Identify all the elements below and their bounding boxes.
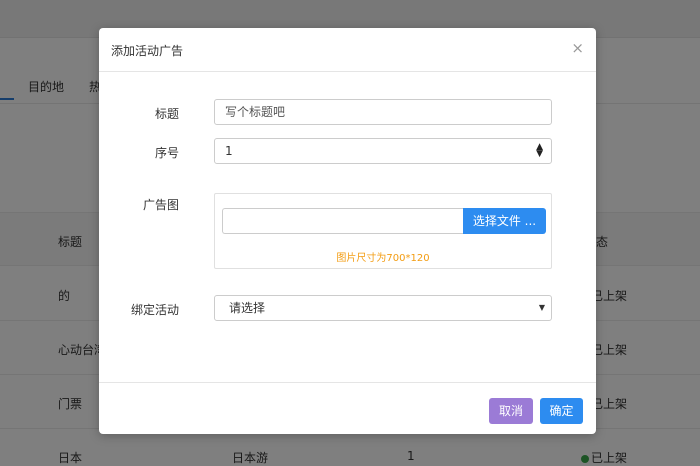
dialog-title: 添加活动广告 [111, 44, 184, 58]
confirm-button[interactable]: 确定 [540, 398, 583, 424]
activity-label: 绑定活动 [130, 303, 179, 317]
activity-selected-value: 请选择 [229, 301, 266, 315]
add-activity-ad-dialog: 添加活动广告 × 标题 序号 1 ▲▼ 广告图 选择文件 ... 图片尺寸为70… [99, 28, 596, 434]
cancel-button[interactable]: 取消 [489, 398, 533, 424]
order-number-input[interactable]: 1 ▲ ▼ [214, 138, 552, 164]
image-size-hint: 图片尺寸为700*120 [336, 253, 430, 264]
order-value: 1 [225, 144, 233, 158]
title-input[interactable] [214, 99, 552, 125]
activity-select[interactable]: 请选择 ▼ [214, 295, 552, 321]
image-label: 广告图 [142, 198, 179, 212]
dropdown-arrow-icon: ▼ [538, 303, 545, 312]
order-label: 序号 [154, 146, 179, 160]
dialog-header: 添加活动广告 × [99, 28, 596, 72]
close-icon[interactable]: × [571, 41, 584, 56]
title-label: 标题 [154, 107, 179, 121]
file-path-field[interactable] [222, 208, 464, 234]
image-upload-area: 选择文件 ... 图片尺寸为700*120 [214, 193, 552, 269]
choose-file-button[interactable]: 选择文件 ... [463, 208, 546, 234]
spinner-icon[interactable]: ▲ ▼ [536, 143, 543, 159]
dialog-footer: 取消 确定 [99, 382, 596, 434]
